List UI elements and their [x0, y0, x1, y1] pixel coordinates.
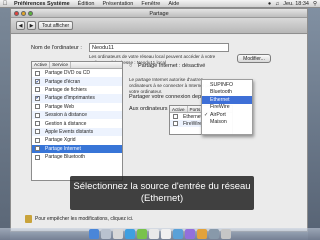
service-row[interactable]: Partage Web [32, 103, 122, 111]
dropdown-item[interactable]: Maison [202, 119, 252, 127]
computer-name-label: Nom de l'ordinateur : [31, 45, 82, 51]
apple-menu-icon[interactable]:  [0, 1, 10, 7]
wifi-icon[interactable]: ● [268, 1, 271, 7]
trash-icon[interactable] [221, 229, 231, 239]
ichat-icon[interactable] [137, 229, 147, 239]
service-row[interactable]: Apple Events distants [32, 127, 122, 137]
dropdown-item-label: FireWire [210, 104, 230, 111]
caption-line-1: Sélectionnez la source d'entrée du résea… [73, 181, 251, 192]
service-row[interactable]: Partage Internet [32, 144, 122, 153]
menu-app-name[interactable]: Préférences Système [10, 1, 74, 7]
ical-icon[interactable] [161, 229, 171, 239]
lock-icon[interactable] [25, 215, 32, 223]
tutorial-caption: Sélectionnez la source d'entrée du résea… [70, 176, 254, 210]
desktop-background-right [308, 8, 320, 240]
itunes-icon[interactable] [185, 229, 195, 239]
services-list: Active Service Partage DVD ou CD ✔ Partage… [31, 61, 123, 181]
service-checkbox[interactable]: ✔ [35, 79, 40, 85]
dropdown-item[interactable]: SUPINFO [202, 81, 252, 89]
port-label: Ethernet [183, 113, 202, 120]
service-label: Partage de fichiers [45, 86, 87, 93]
service-label: Gestion à distance [45, 120, 87, 127]
internet-sharing-status: Partage Internet : désactivé [138, 63, 206, 69]
port-checkbox[interactable] [173, 114, 178, 119]
volume-icon[interactable]: ♫ [275, 1, 279, 7]
service-row[interactable]: ✔ Partage d'écran [32, 77, 122, 86]
port-label: FireWire [183, 120, 202, 127]
menubar-clock[interactable]: Jeu. 18:34 [283, 1, 309, 7]
internet-sharing-start-checkbox-icon[interactable]: ○ [129, 63, 132, 69]
service-label: Partage Bluetooth [45, 154, 86, 161]
service-label: Partage d'écran [45, 78, 81, 85]
preview-icon[interactable] [173, 229, 183, 239]
port-checkbox[interactable] [173, 121, 178, 126]
forward-button[interactable]: ▶ [27, 21, 36, 30]
window-toolbar: ◀ ▶ Tout afficher [11, 18, 307, 34]
service-label: Partage Web [45, 103, 75, 110]
dropdown-item[interactable]: Bluetooth [202, 89, 252, 97]
service-label: Partage Internet [45, 145, 81, 152]
menu-view[interactable]: Présentation [98, 1, 137, 7]
menu-edit[interactable]: Édition [74, 1, 99, 7]
column-active-header[interactable]: Active [32, 62, 51, 68]
service-label: Partage d'imprimantes [45, 95, 95, 102]
lock-text: Pour empêcher les modifications, cliquez… [35, 216, 134, 222]
share-from-dropdown-menu: SUPINFO Bluetooth Ethernet FireWire ✓ AirPort… [201, 79, 253, 135]
service-label: Partage Xgrid [45, 137, 76, 144]
service-label: Partage DVD ou CD [45, 70, 91, 77]
show-all-button[interactable]: Tout afficher [38, 21, 74, 30]
dropdown-item[interactable]: ✓ AirPort [202, 111, 252, 119]
service-row[interactable]: Partage DVD ou CD [32, 69, 122, 77]
dropdown-item[interactable]: Ethernet [202, 96, 252, 104]
dashboard-icon[interactable] [101, 229, 111, 239]
service-checkbox[interactable] [35, 112, 40, 118]
dropdown-item-label: Ethernet [210, 96, 230, 103]
window-title: Partage [149, 11, 169, 17]
dropdown-item-label: Bluetooth [210, 89, 232, 96]
iphoto-icon[interactable] [197, 229, 207, 239]
ports-column-active[interactable]: Active [170, 106, 188, 112]
dropdown-item-label: SUPINFO [210, 81, 234, 88]
service-checkbox[interactable] [35, 129, 40, 135]
mail-icon[interactable] [113, 229, 123, 239]
back-button[interactable]: ◀ [16, 21, 25, 30]
dock [0, 228, 320, 240]
system-preferences-icon[interactable] [209, 229, 219, 239]
service-checkbox[interactable] [35, 121, 40, 127]
menubar-status-area: ● ♫ Jeu. 18:34 ⚲ [268, 1, 320, 7]
service-row[interactable]: ✔ Partage d'imprimantes [32, 94, 122, 103]
service-checkbox[interactable] [35, 70, 40, 76]
spotlight-icon[interactable]: ⚲ [313, 1, 317, 7]
service-checkbox[interactable] [35, 154, 40, 160]
checkmark-icon: ✓ [204, 111, 209, 118]
caption-line-2: (Ethernet) [140, 193, 184, 204]
service-row[interactable]: Partage de fichiers [32, 86, 122, 94]
service-checkbox[interactable] [35, 104, 40, 110]
address-book-icon[interactable] [149, 229, 159, 239]
dropdown-item-label: Maison [210, 119, 227, 126]
share-from-label: Partager votre connexion depuis : [129, 94, 212, 100]
service-row[interactable]: Gestion à distance [32, 119, 122, 127]
service-label: Session à distance [45, 112, 87, 119]
menu-window[interactable]: Fenêtre [137, 1, 164, 7]
service-checkbox[interactable]: ✔ [35, 95, 40, 101]
service-checkbox[interactable] [35, 146, 40, 152]
service-row[interactable]: Partage Bluetooth [32, 153, 122, 161]
finder-icon[interactable] [89, 229, 99, 239]
dropdown-item-label: AirPort [210, 111, 226, 118]
menu-help[interactable]: Aide [164, 1, 183, 7]
services-header: Active Service [32, 62, 122, 69]
dropdown-item[interactable]: FireWire [202, 104, 252, 112]
computer-name-field[interactable]: Neodu11 [89, 43, 229, 52]
menu-bar:  Préférences Système Édition Présentati… [0, 0, 320, 8]
column-service-header[interactable]: Service [50, 62, 72, 68]
safari-icon[interactable] [125, 229, 135, 239]
desktop-background [0, 8, 10, 240]
service-label: Apple Events distants [45, 128, 94, 135]
service-row[interactable]: Partage Xgrid [32, 136, 122, 144]
window-titlebar[interactable]: Partage [11, 9, 307, 18]
service-checkbox[interactable] [35, 87, 40, 93]
service-row[interactable]: Session à distance [32, 110, 122, 120]
service-checkbox[interactable] [35, 137, 40, 143]
